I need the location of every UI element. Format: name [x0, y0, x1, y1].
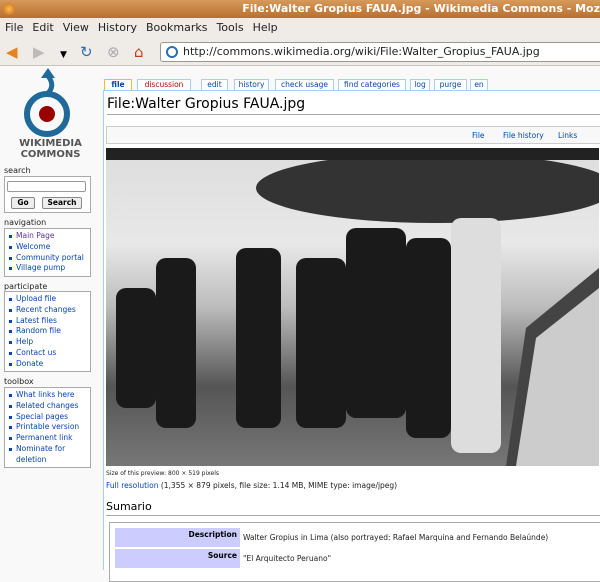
file-history-link[interactable]: File history [503, 131, 544, 140]
menu-bar: File Edit View History Bookmarks Tools Help [0, 18, 600, 38]
recent-changes-link[interactable]: Recent changes [8, 305, 87, 316]
participate-heading: participate [4, 282, 48, 291]
tab-check-usage[interactable]: check usage [275, 79, 334, 90]
window-titlebar: File:Walter Gropius FAUA.jpg - Wikimedia… [0, 0, 600, 18]
firefox-icon [3, 3, 15, 15]
toolbox-heading: toolbox [4, 377, 34, 386]
file-links-bar: File File history Links [106, 126, 600, 144]
information-table: Description Walter Gropius in Lima (also… [109, 522, 600, 582]
menu-file[interactable]: File [5, 21, 23, 34]
search-heading: search [4, 166, 31, 175]
nav-main-page[interactable]: Main Page [8, 231, 87, 242]
source-label: Source [115, 549, 240, 568]
navigation-portlet: Main Page Welcome Community portal Villa… [4, 228, 91, 277]
search-button[interactable]: Search [42, 197, 82, 209]
search-input[interactable] [7, 181, 86, 192]
help-link[interactable]: Help [8, 337, 87, 348]
special-pages-link[interactable]: Special pages [8, 412, 87, 423]
menu-edit[interactable]: Edit [32, 21, 53, 34]
tab-log[interactable]: log [410, 79, 430, 90]
source-value: "El Arquitecto Peruano" [243, 554, 332, 563]
commons-logo-icon [24, 68, 70, 137]
menu-tools[interactable]: Tools [216, 21, 243, 34]
upload-file-link[interactable]: Upload file [8, 294, 87, 305]
url-text: http://commons.wikimedia.org/wiki/File:W… [183, 45, 540, 58]
participate-portlet: Upload file Recent changes Latest files … [4, 291, 91, 372]
nominate-for-deletion-link[interactable]: Nominate for deletion [8, 444, 87, 466]
permanent-link[interactable]: Permanent link [8, 433, 87, 444]
menu-history[interactable]: History [98, 21, 137, 34]
nav-community-portal[interactable]: Community portal [8, 253, 87, 264]
page-title: File:Walter Gropius FAUA.jpg [107, 96, 600, 115]
menu-view[interactable]: View [63, 21, 89, 34]
file-link[interactable]: File [472, 131, 485, 140]
main-content: File:Walter Gropius FAUA.jpg File File h… [103, 90, 600, 582]
preview-size-text: Size of this preview: 800 × 519 pixels [106, 470, 220, 477]
section-heading-sumario: Sumario [106, 500, 600, 516]
what-links-here-link[interactable]: What links here [8, 390, 87, 401]
nav-village-pump[interactable]: Village pump [8, 263, 87, 274]
full-resolution-link[interactable]: Full resolution [106, 481, 158, 490]
tab-edit[interactable]: edit [201, 79, 228, 90]
nav-welcome[interactable]: Welcome [8, 242, 87, 253]
printable-version-link[interactable]: Printable version [8, 422, 87, 433]
tab-discussion[interactable]: discussion [137, 79, 191, 90]
reload-icon[interactable]: ↻ [80, 44, 93, 60]
home-icon[interactable]: ⌂ [134, 44, 144, 60]
file-preview-image[interactable] [106, 148, 599, 466]
toolbox-portlet: What links here Related changes Special … [4, 387, 91, 468]
search-box: Go Search [4, 176, 91, 213]
site-icon [166, 46, 178, 58]
file-info-text: (1,355 × 879 pixels, file size: 1.14 MB,… [158, 481, 398, 490]
photo-illustration [106, 148, 599, 466]
tab-history[interactable]: history [234, 79, 269, 90]
links-link[interactable]: Links [558, 131, 577, 140]
history-dropdown-icon[interactable]: ▼ [60, 47, 67, 63]
donate-link[interactable]: Donate [8, 359, 87, 370]
logo-text-wikimedia: WIKIMEDIA [19, 138, 82, 149]
navigation-heading: navigation [4, 218, 47, 227]
navigation-toolbar: ◀ ▶ ▼ ↻ ⊗ ⌂ http://commons.wikimedia.org… [0, 38, 600, 66]
url-bar[interactable]: http://commons.wikimedia.org/wiki/File:W… [160, 42, 600, 62]
full-resolution-info: Full resolution (1,355 × 879 pixels, fil… [106, 481, 397, 490]
back-icon[interactable]: ◀ [6, 44, 18, 60]
wikimedia-commons-logo[interactable]: WIKIMEDIA COMMONS [8, 68, 93, 163]
stop-icon[interactable]: ⊗ [107, 44, 120, 60]
tab-purge[interactable]: purge [434, 79, 467, 90]
forward-icon[interactable]: ▶ [33, 44, 45, 60]
latest-files-link[interactable]: Latest files [8, 316, 87, 327]
description-value: Walter Gropius in Lima (also portrayed: … [243, 533, 549, 542]
related-changes-link[interactable]: Related changes [8, 401, 87, 412]
logo-text-commons: COMMONS [20, 149, 81, 160]
tab-find-categories[interactable]: find categories [338, 79, 406, 90]
go-button[interactable]: Go [11, 197, 35, 209]
window-title: File:Walter Gropius FAUA.jpg - Wikimedia… [242, 2, 600, 15]
contact-us-link[interactable]: Contact us [8, 348, 87, 359]
menu-help[interactable]: Help [253, 21, 278, 34]
description-label: Description [115, 528, 240, 547]
tab-en[interactable]: en [470, 79, 488, 90]
random-file-link[interactable]: Random file [8, 326, 87, 337]
menu-bookmarks[interactable]: Bookmarks [146, 21, 207, 34]
